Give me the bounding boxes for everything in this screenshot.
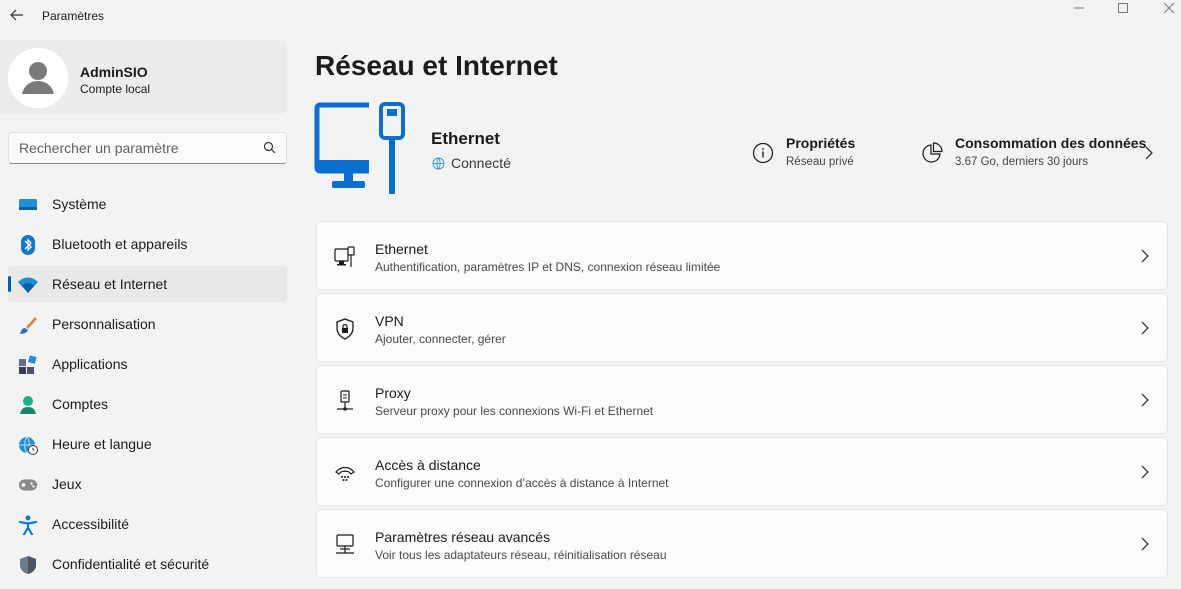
ethernet-hero-icon [314,100,414,201]
sidebar-item-systeme[interactable]: Système [8,186,287,222]
gamepad-icon [18,475,38,495]
sidebar-item-bluetooth[interactable]: Bluetooth et appareils [8,226,287,262]
app-title: Paramètres [42,9,105,23]
sidebar-nav: Système Bluetooth et appareils Réseau et… [8,186,287,586]
vpn-shield-icon [333,317,357,341]
chevron-right-icon [1145,146,1153,160]
sidebar-item-jeux[interactable]: Jeux [8,466,287,502]
chevron-right-icon [1141,393,1149,407]
card-subtitle: Ajouter, connecter, gérer [375,332,506,346]
card-advanced-network[interactable]: Paramètres réseau avancés Voir tous les … [316,509,1168,578]
accessibility-icon [18,515,38,535]
card-vpn[interactable]: VPN Ajouter, connecter, gérer [316,293,1168,362]
settings-cards: Ethernet Authentification, paramètres IP… [316,221,1168,581]
pie-chart-icon [922,142,943,163]
close-icon [1164,3,1174,13]
card-subtitle: Serveur proxy pour les connexions Wi-Fi … [375,404,654,418]
sidebar-item-label: Heure et langue [52,436,152,452]
page-title: Réseau et Internet [315,50,558,81]
maximize-button[interactable] [1100,0,1146,16]
sidebar-item-heure-langue[interactable]: Heure et langue [8,426,287,462]
sidebar-item-applications[interactable]: Applications [8,346,287,382]
sidebar-item-label: Personnalisation [52,316,156,332]
sidebar-item-comptes[interactable]: Comptes [8,386,287,422]
chevron-right-icon [1141,249,1149,263]
ethernet-icon [333,245,357,269]
sidebar-item-label: Comptes [52,396,109,412]
apps-icon [18,355,38,375]
info-icon [752,142,774,164]
sidebar-item-confidentialite[interactable]: Confidentialité et sécurité [8,546,287,582]
connection-status: Connecté [432,155,511,171]
properties-subtitle: Réseau privé [786,156,854,168]
connection-name: Ethernet [431,129,500,148]
globe-icon [432,157,445,169]
card-ethernet[interactable]: Ethernet Authentification, paramètres IP… [316,221,1168,290]
back-button[interactable] [6,4,28,26]
sidebar-item-label: Système [52,196,107,212]
sidebar-item-label: Jeux [52,476,82,492]
network-pc-icon [333,533,357,557]
sidebar-item-label: Réseau et Internet [52,276,168,292]
sidebar-item-label: Confidentialité et sécurité [52,556,210,572]
card-subtitle: Authentification, paramètres IP et DNS, … [375,260,721,274]
connection-status-label: Connecté [451,155,511,171]
dialup-icon [333,461,357,485]
card-subtitle: Configurer une connexion d’accès à dista… [375,476,669,490]
globe-clock-icon [18,435,38,455]
sidebar-item-label: Accessibilité [52,516,130,532]
data-usage-link[interactable]: Consommation des données 3.67 Go, dernie… [921,133,1161,173]
avatar [8,48,68,108]
user-card[interactable]: AdminSIO Compte local [0,40,287,114]
card-title: Proxy [375,385,411,401]
maximize-icon [1118,3,1128,13]
search-box[interactable] [8,132,287,164]
data-usage-subtitle: 3.67 Go, derniers 30 jours [955,156,1088,168]
user-name: AdminSIO [80,64,148,80]
card-title: Paramètres réseau avancés [375,529,551,545]
data-usage-title: Consommation des données [955,135,1147,151]
card-title: Ethernet [375,241,428,257]
arrow-left-icon [10,9,23,21]
card-proxy[interactable]: Proxy Serveur proxy pour les connexions … [316,365,1168,434]
bluetooth-icon [18,235,38,255]
shield-icon [18,555,38,575]
title-bar: Paramètres [0,0,1181,32]
sidebar-item-label: Applications [52,356,128,372]
chevron-right-icon [1141,465,1149,479]
brush-icon [18,315,38,335]
card-title: Accès à distance [375,457,481,473]
card-dialup[interactable]: Accès à distance Configurer une connexio… [316,437,1168,506]
minimize-button[interactable] [1056,0,1102,16]
close-button[interactable] [1146,0,1181,16]
proxy-icon [333,389,357,413]
card-subtitle: Voir tous les adaptateurs réseau, réinit… [375,548,667,562]
search-input[interactable] [19,140,249,156]
wifi-icon [18,275,38,295]
person-avatar-icon [8,48,68,108]
properties-title: Propriétés [786,135,856,151]
card-title: VPN [375,313,404,329]
monitor-icon [18,195,38,215]
chevron-right-icon [1141,537,1149,551]
sidebar-item-personnalisation[interactable]: Personnalisation [8,306,287,342]
minimize-icon [1074,7,1084,9]
sidebar-item-accessibilite[interactable]: Accessibilité [8,506,287,542]
search-icon[interactable] [263,141,276,154]
account-type: Compte local [80,82,151,96]
person-icon [18,395,38,415]
chevron-right-icon [1141,321,1149,335]
sidebar-item-reseau[interactable]: Réseau et Internet [8,266,287,302]
sidebar-item-label: Bluetooth et appareils [52,236,188,252]
